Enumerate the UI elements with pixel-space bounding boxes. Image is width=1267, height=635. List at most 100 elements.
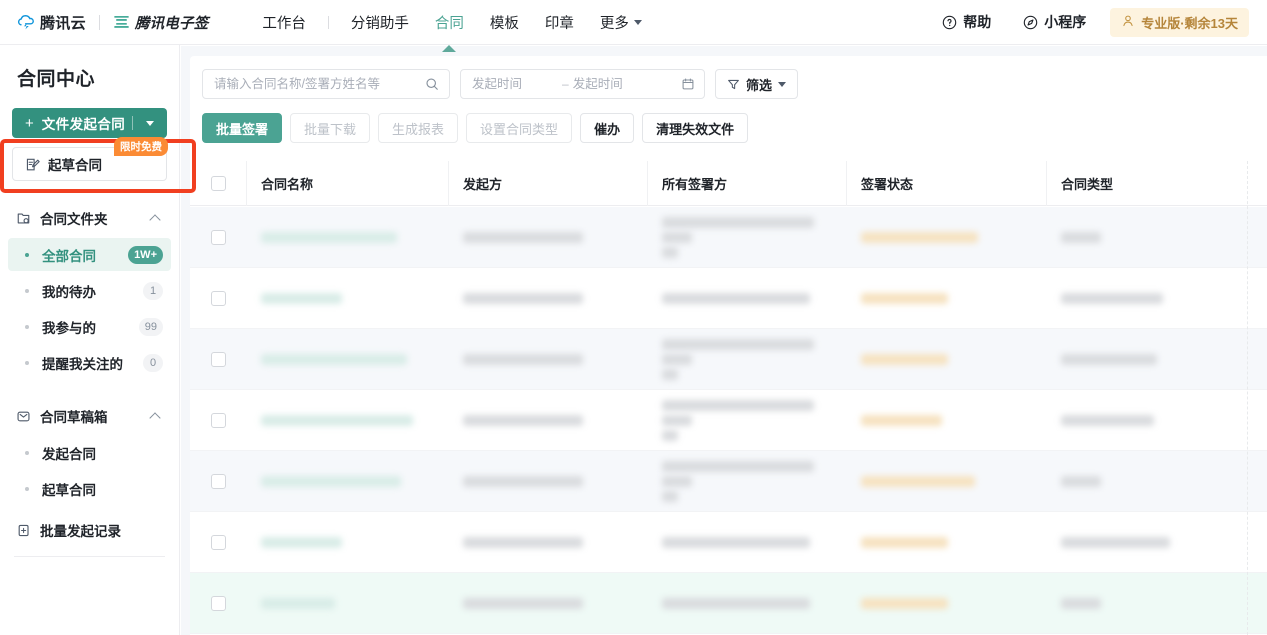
search-box[interactable] [202,69,450,99]
row-select-cell [190,207,247,267]
contract-list-card: – 筛选 [190,56,1267,635]
table-row[interactable] [190,451,1267,512]
sidebar-group-draft-box[interactable]: 合同草稿箱 [8,399,171,433]
row-checkbox[interactable] [211,229,226,245]
urge-button[interactable]: 催办 [580,113,635,143]
cell-contract-name [247,390,449,450]
column-header-contract-type[interactable]: 合同类型 [1047,161,1257,206]
nav-item-workbench[interactable]: 工作台 [249,0,319,45]
table-row[interactable] [190,390,1267,451]
filter-toolbar: – 筛选 [190,56,1267,99]
sidebar-item-count-badge: 99 [138,317,163,336]
cell-contract-name [247,512,449,572]
column-header-initiator[interactable]: 发起方 [449,161,648,206]
generate-report-button[interactable]: 生成报表 [378,113,459,143]
select-all-header [190,161,247,206]
table-row[interactable] [190,268,1267,329]
row-checkbox[interactable] [211,473,226,489]
clean-invalid-files-button[interactable]: 清理失效文件 [642,113,749,143]
table-row[interactable] [190,329,1267,390]
chevron-up-icon[interactable] [149,412,161,424]
sidebar-item-batch-records[interactable]: 批量发起记录 [8,513,171,547]
nav-item-seal[interactable]: 印章 [532,0,587,45]
table-header-row: 合同名称 发起方 所有签署方 签署状态 合同类型 [190,161,1267,206]
table-body [190,207,1267,635]
filter-button[interactable]: 筛选 [715,69,799,99]
table-row[interactable] [190,573,1267,634]
column-header-contract-name[interactable]: 合同名称 [247,161,449,206]
nav-item-more[interactable]: 更多 [587,0,655,45]
search-input[interactable] [214,77,415,91]
nav-item-template[interactable]: 模板 [477,0,532,45]
sidebar-item-label: 发起合同 [42,446,96,462]
batch-download-button[interactable]: 批量下载 [290,113,371,143]
top-nav-right-group: 帮助 小程序 专业版·剩余13天 [926,7,1249,37]
sidebar-item-participated[interactable]: 我参与的 99 [8,310,171,343]
filter-button-label: 筛选 [746,77,773,93]
sidebar-item-my-todo[interactable]: 我的待办 1 [8,274,171,307]
sidebar-divider [14,556,165,557]
folder-contract-icon [16,211,31,226]
draft-contract-button[interactable]: 起草合同 限时免费 [12,137,168,181]
chevron-down-icon[interactable] [146,120,154,126]
tencent-cloud-brand[interactable]: 腾讯云 [17,12,86,33]
app-root: 腾讯云 腾讯电子签 工作台 分销助手 合同 模板 印章 更多 帮助 小程序 专业… [0,0,1267,635]
row-checkbox[interactable] [211,351,226,367]
table-row[interactable] [190,512,1267,573]
sidebar-item-draft-contract[interactable]: 起草合同 [8,472,171,505]
cell-sign-status [847,451,1047,511]
sidebar-item-all-contracts[interactable]: 全部合同 1W+ [8,238,171,271]
bullet-dot-icon [25,288,29,293]
date-start-input[interactable] [472,77,558,91]
sidebar-item-label: 起草合同 [42,482,96,498]
nav-item-distribution[interactable]: 分销助手 [338,0,422,45]
set-contract-type-button[interactable]: 设置合同类型 [466,113,573,143]
calendar-icon[interactable] [681,77,695,91]
help-button[interactable]: 帮助 [926,12,1007,32]
table-row[interactable] [190,207,1267,268]
sidebar-item-label: 批量发起记录 [40,524,121,539]
cell-all-signers [648,268,847,328]
person-icon [1121,14,1135,31]
limited-free-tag: 限时免费 [114,137,168,156]
column-header-all-signers[interactable]: 所有签署方 [648,161,847,206]
cell-contract-type [1047,512,1257,572]
search-icon[interactable] [425,77,439,91]
draft-contract-label: 起草合同 [48,158,102,173]
cell-contract-name [247,268,449,328]
column-header-sign-status[interactable]: 签署状态 [847,161,1047,206]
cell-initiator [449,451,648,511]
bullet-dot-icon [25,450,29,455]
row-checkbox[interactable] [211,290,226,306]
esign-brand[interactable]: 腾讯电子签 [113,12,209,33]
nav-item-contract[interactable]: 合同 [422,0,477,52]
top-navigation-bar: 腾讯云 腾讯电子签 工作台 分销助手 合同 模板 印章 更多 帮助 小程序 专业… [0,0,1267,52]
batch-sign-button[interactable]: 批量签署 [202,113,283,143]
bullet-dot-icon [25,486,29,491]
cell-initiator [449,329,648,389]
chevron-up-icon[interactable] [149,214,161,226]
sidebar-item-label: 提醒我关注的 [42,356,123,372]
active-tab-caret-icon [442,44,457,52]
primary-nav-items: 工作台 分销助手 合同 模板 印章 更多 [249,0,655,52]
miniprogram-button[interactable]: 小程序 [1007,12,1102,32]
date-end-input[interactable] [572,77,659,91]
pro-version-badge[interactable]: 专业版·剩余13天 [1110,7,1249,37]
main-content: – 筛选 [181,46,1267,635]
miniprogram-icon [1023,15,1038,30]
row-checkbox[interactable] [211,534,226,550]
select-all-checkbox[interactable] [210,175,226,191]
row-checkbox[interactable] [211,595,226,611]
sidebar-item-reminded[interactable]: 提醒我关注的 0 [8,346,171,379]
cell-contract-name [247,573,449,633]
create-contract-from-file-button[interactable]: + 文件发起合同 [12,108,167,138]
sidebar-group-label: 合同文件夹 [40,212,108,227]
cell-contract-type [1047,207,1257,267]
sidebar-item-label: 我的待办 [42,284,96,300]
draft-box-icon [16,409,31,424]
tencent-cloud-logo-icon [17,13,36,32]
sidebar-group-contract-folder[interactable]: 合同文件夹 [8,201,171,235]
sidebar-item-initiate-contract[interactable]: 发起合同 [8,436,171,469]
date-range-picker[interactable]: – [460,69,705,99]
row-checkbox[interactable] [211,412,226,428]
